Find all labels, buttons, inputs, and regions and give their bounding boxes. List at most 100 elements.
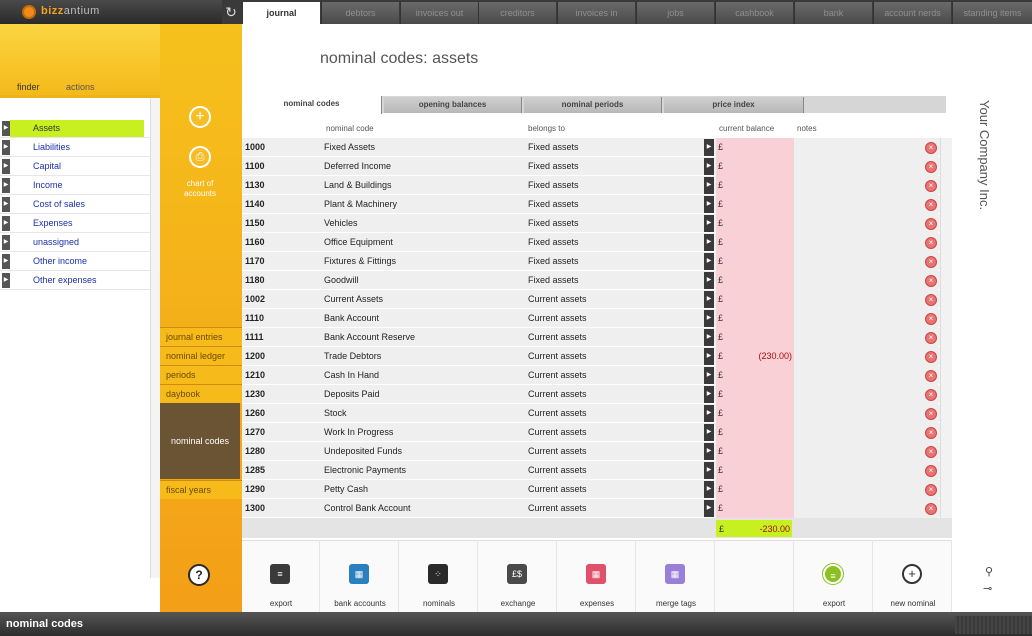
nominal-name[interactable]: Undeposited Funds [324, 446, 402, 456]
resize-grip[interactable] [955, 616, 1032, 634]
notes-cell[interactable] [794, 290, 938, 309]
notes-cell[interactable] [794, 385, 938, 404]
nominal-name[interactable]: Fixtures & Fittings [324, 256, 396, 266]
dropdown-arrow-icon[interactable]: ▶ [704, 329, 714, 346]
finder-item[interactable]: ▶ Other expenses [0, 271, 160, 290]
tab-cashbook[interactable]: cashbook [715, 2, 793, 24]
dropdown-arrow-icon[interactable]: ▶ [704, 177, 714, 194]
tab-creditors[interactable]: creditors [478, 2, 556, 24]
help-icon[interactable]: ? [188, 564, 210, 586]
table-row[interactable]: 1170 Fixtures & Fittings Fixed assets ▶ £ × [242, 252, 952, 271]
dropdown-arrow-icon[interactable]: ▶ [704, 272, 714, 289]
finder-item[interactable]: ▶ Expenses [0, 214, 160, 233]
nominal-name[interactable]: Cash In Hand [324, 370, 379, 380]
col-notes[interactable]: notes [797, 124, 817, 133]
print-icon[interactable]: ⎙ [189, 146, 211, 168]
dropdown-arrow-icon[interactable]: ▶ [704, 139, 714, 156]
plug-icon[interactable]: ⊸ [983, 582, 992, 595]
toolbar-export-button[interactable]: ≡ export [242, 540, 320, 612]
expand-arrow-icon[interactable]: ▶ [2, 178, 10, 193]
nav-journal-entries[interactable]: journal entries [160, 327, 242, 346]
delete-icon[interactable]: × [925, 161, 937, 173]
tab-debtors[interactable]: debtors [321, 2, 399, 24]
subtab-price-index[interactable]: price index [664, 97, 804, 113]
delete-icon[interactable]: × [925, 294, 937, 306]
notes-cell[interactable] [794, 271, 938, 290]
nominal-name[interactable]: Land & Buildings [324, 180, 392, 190]
dropdown-arrow-icon[interactable]: ▶ [704, 481, 714, 498]
dropdown-arrow-icon[interactable]: ▶ [704, 443, 714, 460]
nav-nominal-ledger[interactable]: nominal ledger [160, 346, 242, 365]
table-row[interactable]: 1285 Electronic Payments Current assets ▶ £ × [242, 461, 952, 480]
table-row[interactable]: 1200 Trade Debtors Current assets ▶ £ (230.00… [242, 347, 952, 366]
delete-icon[interactable]: × [925, 142, 937, 154]
toolbar-expenses-button[interactable]: ▦ expenses [558, 540, 636, 612]
nominal-name[interactable]: Bank Account Reserve [324, 332, 415, 342]
expand-arrow-icon[interactable]: ▶ [2, 140, 10, 155]
tab-actions[interactable]: actions [66, 82, 95, 92]
notes-cell[interactable] [794, 480, 938, 499]
nominal-name[interactable]: Electronic Payments [324, 465, 406, 475]
delete-icon[interactable]: × [925, 275, 937, 287]
refresh-icon[interactable]: ↻ [222, 2, 240, 22]
nominal-name[interactable]: Office Equipment [324, 237, 393, 247]
nav-fiscal-years[interactable]: fiscal years [160, 480, 242, 499]
table-row[interactable]: 1111 Bank Account Reserve Current assets ▶ £… [242, 328, 952, 347]
tab-finder[interactable]: finder [17, 82, 40, 92]
nominal-name[interactable]: Stock [324, 408, 347, 418]
table-row[interactable]: 1000 Fixed Assets Fixed assets ▶ £ × [242, 138, 952, 157]
table-row[interactable]: 1260 Stock Current assets ▶ £ × [242, 404, 952, 423]
dropdown-arrow-icon[interactable]: ▶ [704, 215, 714, 232]
tab-bank[interactable]: bank [794, 2, 872, 24]
notes-cell[interactable] [794, 252, 938, 271]
notes-cell[interactable] [794, 176, 938, 195]
dropdown-arrow-icon[interactable]: ▶ [704, 348, 714, 365]
toolbar-merge-tags-button[interactable]: ▦ merge tags [637, 540, 715, 612]
delete-icon[interactable]: × [925, 218, 937, 230]
notes-cell[interactable] [794, 423, 938, 442]
tab-invoices-in[interactable]: invoices in [557, 2, 635, 24]
dropdown-arrow-icon[interactable]: ▶ [704, 386, 714, 403]
delete-icon[interactable]: × [925, 199, 937, 211]
delete-icon[interactable]: × [925, 408, 937, 420]
dropdown-arrow-icon[interactable]: ▶ [704, 253, 714, 270]
dropdown-arrow-icon[interactable]: ▶ [704, 405, 714, 422]
table-row[interactable]: 1002 Current Assets Current assets ▶ £ × [242, 290, 952, 309]
finder-item[interactable]: ▶ Assets [0, 119, 160, 138]
dropdown-arrow-icon[interactable]: ▶ [704, 367, 714, 384]
expand-arrow-icon[interactable]: ▶ [2, 159, 10, 174]
expand-arrow-icon[interactable]: ▶ [2, 121, 10, 136]
notes-cell[interactable] [794, 309, 938, 328]
table-row[interactable]: 1290 Petty Cash Current assets ▶ £ × [242, 480, 952, 499]
delete-icon[interactable]: × [925, 484, 937, 496]
add-icon[interactable]: + [189, 106, 211, 128]
toolbar-new-nominal-button[interactable]: + new nominal [874, 540, 952, 612]
notes-cell[interactable] [794, 157, 938, 176]
delete-icon[interactable]: × [925, 351, 937, 363]
dropdown-arrow-icon[interactable]: ▶ [704, 500, 714, 517]
notes-cell[interactable] [794, 442, 938, 461]
toolbar-export-button[interactable]: ≡ export [795, 540, 873, 612]
toolbar-bank-accounts-button[interactable]: ▦ bank accounts [321, 540, 399, 612]
dropdown-arrow-icon[interactable]: ▶ [704, 424, 714, 441]
col-current-balance[interactable]: current balance [719, 124, 774, 133]
table-row[interactable]: 1210 Cash In Hand Current assets ▶ £ × [242, 366, 952, 385]
toolbar-nominals-button[interactable]: ⁘ nominals [400, 540, 478, 612]
nominal-name[interactable]: Goodwill [324, 275, 359, 285]
nominal-name[interactable]: Vehicles [324, 218, 358, 228]
nominal-name[interactable]: Deferred Income [324, 161, 391, 171]
notes-cell[interactable] [794, 328, 938, 347]
dropdown-arrow-icon[interactable]: ▶ [704, 158, 714, 175]
table-scrollbar[interactable] [940, 138, 952, 518]
finder-scrollbar[interactable] [150, 98, 160, 578]
nav-periods[interactable]: periods [160, 365, 242, 384]
nav-nominal-codes[interactable]: nominal codes [160, 403, 240, 479]
nav-daybook[interactable]: daybook [160, 384, 242, 403]
pin-icon[interactable]: ⚲ [985, 565, 993, 578]
subtab-nominal-codes[interactable]: nominal codes [242, 96, 382, 114]
dropdown-arrow-icon[interactable]: ▶ [704, 234, 714, 251]
notes-cell[interactable] [794, 499, 938, 518]
delete-icon[interactable]: × [925, 313, 937, 325]
table-row[interactable]: 1100 Deferred Income Fixed assets ▶ £ × [242, 157, 952, 176]
nominal-name[interactable]: Trade Debtors [324, 351, 381, 361]
